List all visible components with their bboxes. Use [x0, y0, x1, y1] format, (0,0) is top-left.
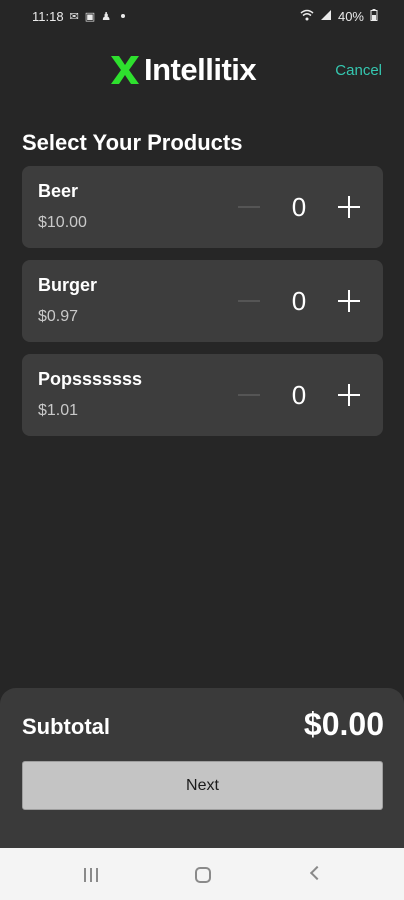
intellitix-logo: Intellitix: [108, 52, 257, 88]
summary-panel: Subtotal $0.00 Next: [0, 688, 404, 848]
cancel-button[interactable]: Cancel: [335, 62, 382, 79]
subtotal-label: Subtotal: [22, 714, 110, 739]
product-name: Popsssssss: [38, 369, 143, 389]
notification-dot-icon: [121, 14, 126, 18]
product-price: $0.97: [38, 308, 79, 325]
product-price: $10.00: [38, 214, 87, 231]
signal-icon: [320, 9, 332, 24]
battery-icon: [370, 8, 378, 24]
product-name: Beer: [38, 181, 79, 201]
page-title: Select Your Products: [22, 130, 243, 155]
next-button[interactable]: Next: [22, 761, 383, 810]
product-name: Burger: [38, 275, 98, 295]
quantity-value: 0: [291, 380, 307, 410]
increment-button[interactable]: [338, 290, 360, 312]
status-bar: 11:18 ✉ ▣ ♟ 40%: [0, 0, 404, 32]
recents-icon[interactable]: [82, 868, 100, 882]
logo-text: Intellitix: [144, 52, 257, 87]
subtotal-value: $0.00: [303, 706, 384, 742]
app-header: Intellitix Cancel: [0, 48, 404, 94]
product-price: $1.01: [38, 402, 79, 419]
increment-button[interactable]: [338, 196, 360, 218]
decrement-button[interactable]: [238, 206, 260, 208]
quantity-value: 0: [291, 192, 307, 222]
status-right: 40%: [300, 8, 378, 24]
x-logo-icon: [111, 56, 139, 84]
decrement-button[interactable]: [238, 394, 260, 396]
product-card-burger: Burger $0.97 0: [22, 260, 383, 342]
wifi-icon: [300, 9, 314, 24]
system-nav-bar: [0, 848, 404, 900]
product-card-beer: Beer $10.00 0: [22, 166, 383, 248]
person-icon: ♟: [101, 10, 112, 23]
app-screen: 11:18 ✉ ▣ ♟ 40% Intellitix Cancel Select…: [0, 0, 404, 900]
status-left: 11:18 ✉ ▣ ♟: [32, 8, 126, 24]
quantity-value: 0: [291, 286, 307, 316]
mail-icon: ✉: [69, 10, 79, 23]
increment-button[interactable]: [338, 384, 360, 406]
status-time: 11:18: [32, 8, 64, 24]
product-list: Beer $10.00 0 Burger $0.97 0 Popsssssss …: [22, 166, 383, 448]
battery-percent: 40%: [337, 8, 364, 24]
home-icon[interactable]: [195, 867, 211, 883]
image-icon: ▣: [84, 10, 96, 23]
decrement-button[interactable]: [238, 300, 260, 302]
back-icon[interactable]: [309, 865, 325, 881]
product-card-pop: Popsssssss $1.01 0: [22, 354, 383, 436]
